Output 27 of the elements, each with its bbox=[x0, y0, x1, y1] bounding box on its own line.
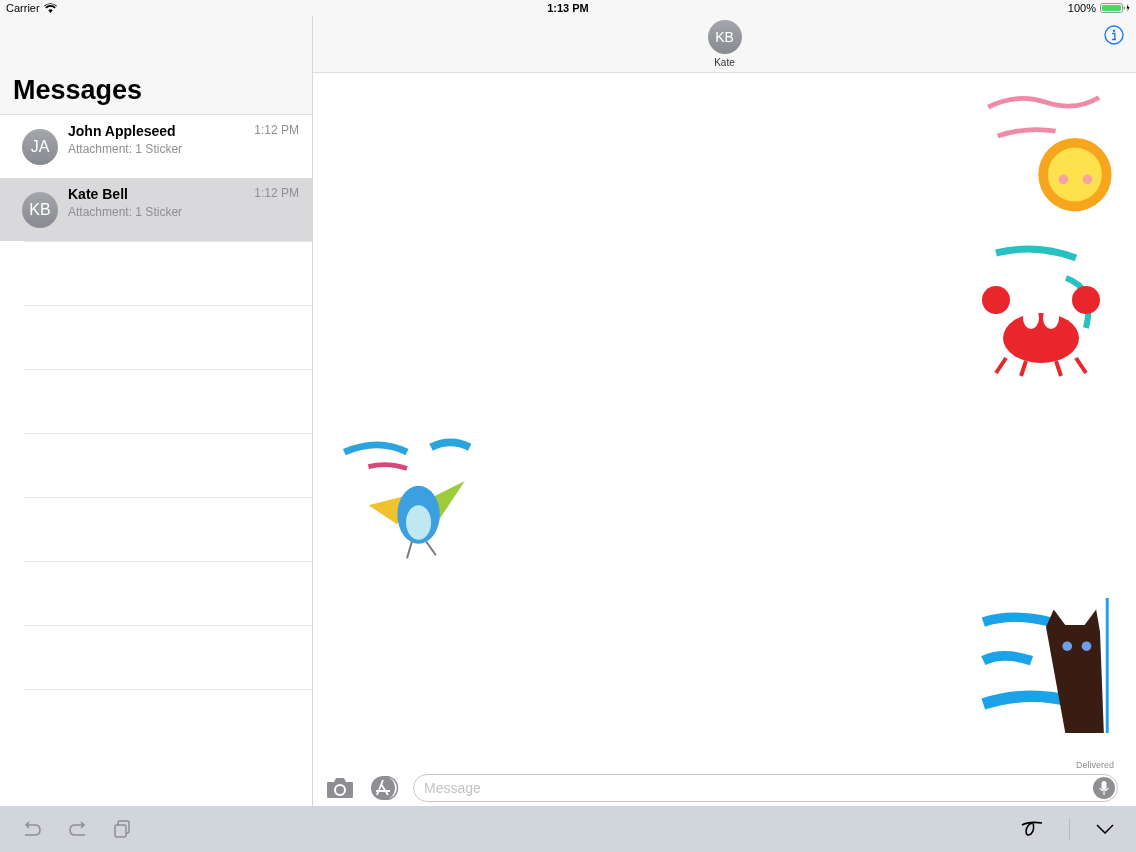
contact-name: John Appleseed bbox=[68, 123, 176, 139]
contact-name: Kate Bell bbox=[68, 186, 128, 202]
avatar: KB bbox=[22, 191, 58, 228]
message-time: 1:12 PM bbox=[254, 186, 299, 202]
redo-icon[interactable] bbox=[68, 821, 88, 837]
delivered-status: Delivered bbox=[1075, 760, 1114, 770]
microphone-icon[interactable] bbox=[1093, 777, 1115, 799]
camera-icon[interactable] bbox=[326, 777, 354, 799]
undo-icon[interactable] bbox=[22, 821, 42, 837]
message-preview: Attachment: 1 Sticker bbox=[68, 205, 184, 219]
handwriting-icon[interactable] bbox=[1021, 820, 1043, 838]
app-store-icon[interactable] bbox=[368, 776, 399, 800]
conversation-item[interactable]: KB Kate Bell 1:12 PM Attachment: 1 Sticker bbox=[0, 178, 312, 241]
chevron-down-icon[interactable] bbox=[1096, 824, 1114, 834]
message-time: 1:12 PM bbox=[254, 123, 299, 139]
avatar: JA bbox=[22, 128, 58, 165]
paste-icon[interactable] bbox=[114, 820, 130, 838]
battery-percent: 100% bbox=[1067, 2, 1096, 14]
info-icon[interactable] bbox=[1104, 25, 1124, 45]
battery-icon bbox=[1100, 3, 1130, 13]
carrier-label: Carrier bbox=[6, 2, 40, 14]
message-field[interactable]: Message bbox=[413, 774, 1118, 802]
messages-title: Messages bbox=[13, 75, 143, 106]
contact-name[interactable]: Kate bbox=[714, 57, 735, 68]
message-preview: Attachment: 1 Sticker bbox=[68, 142, 184, 156]
wifi-icon bbox=[43, 3, 57, 13]
clock-time: 1:13 PM bbox=[547, 2, 589, 14]
